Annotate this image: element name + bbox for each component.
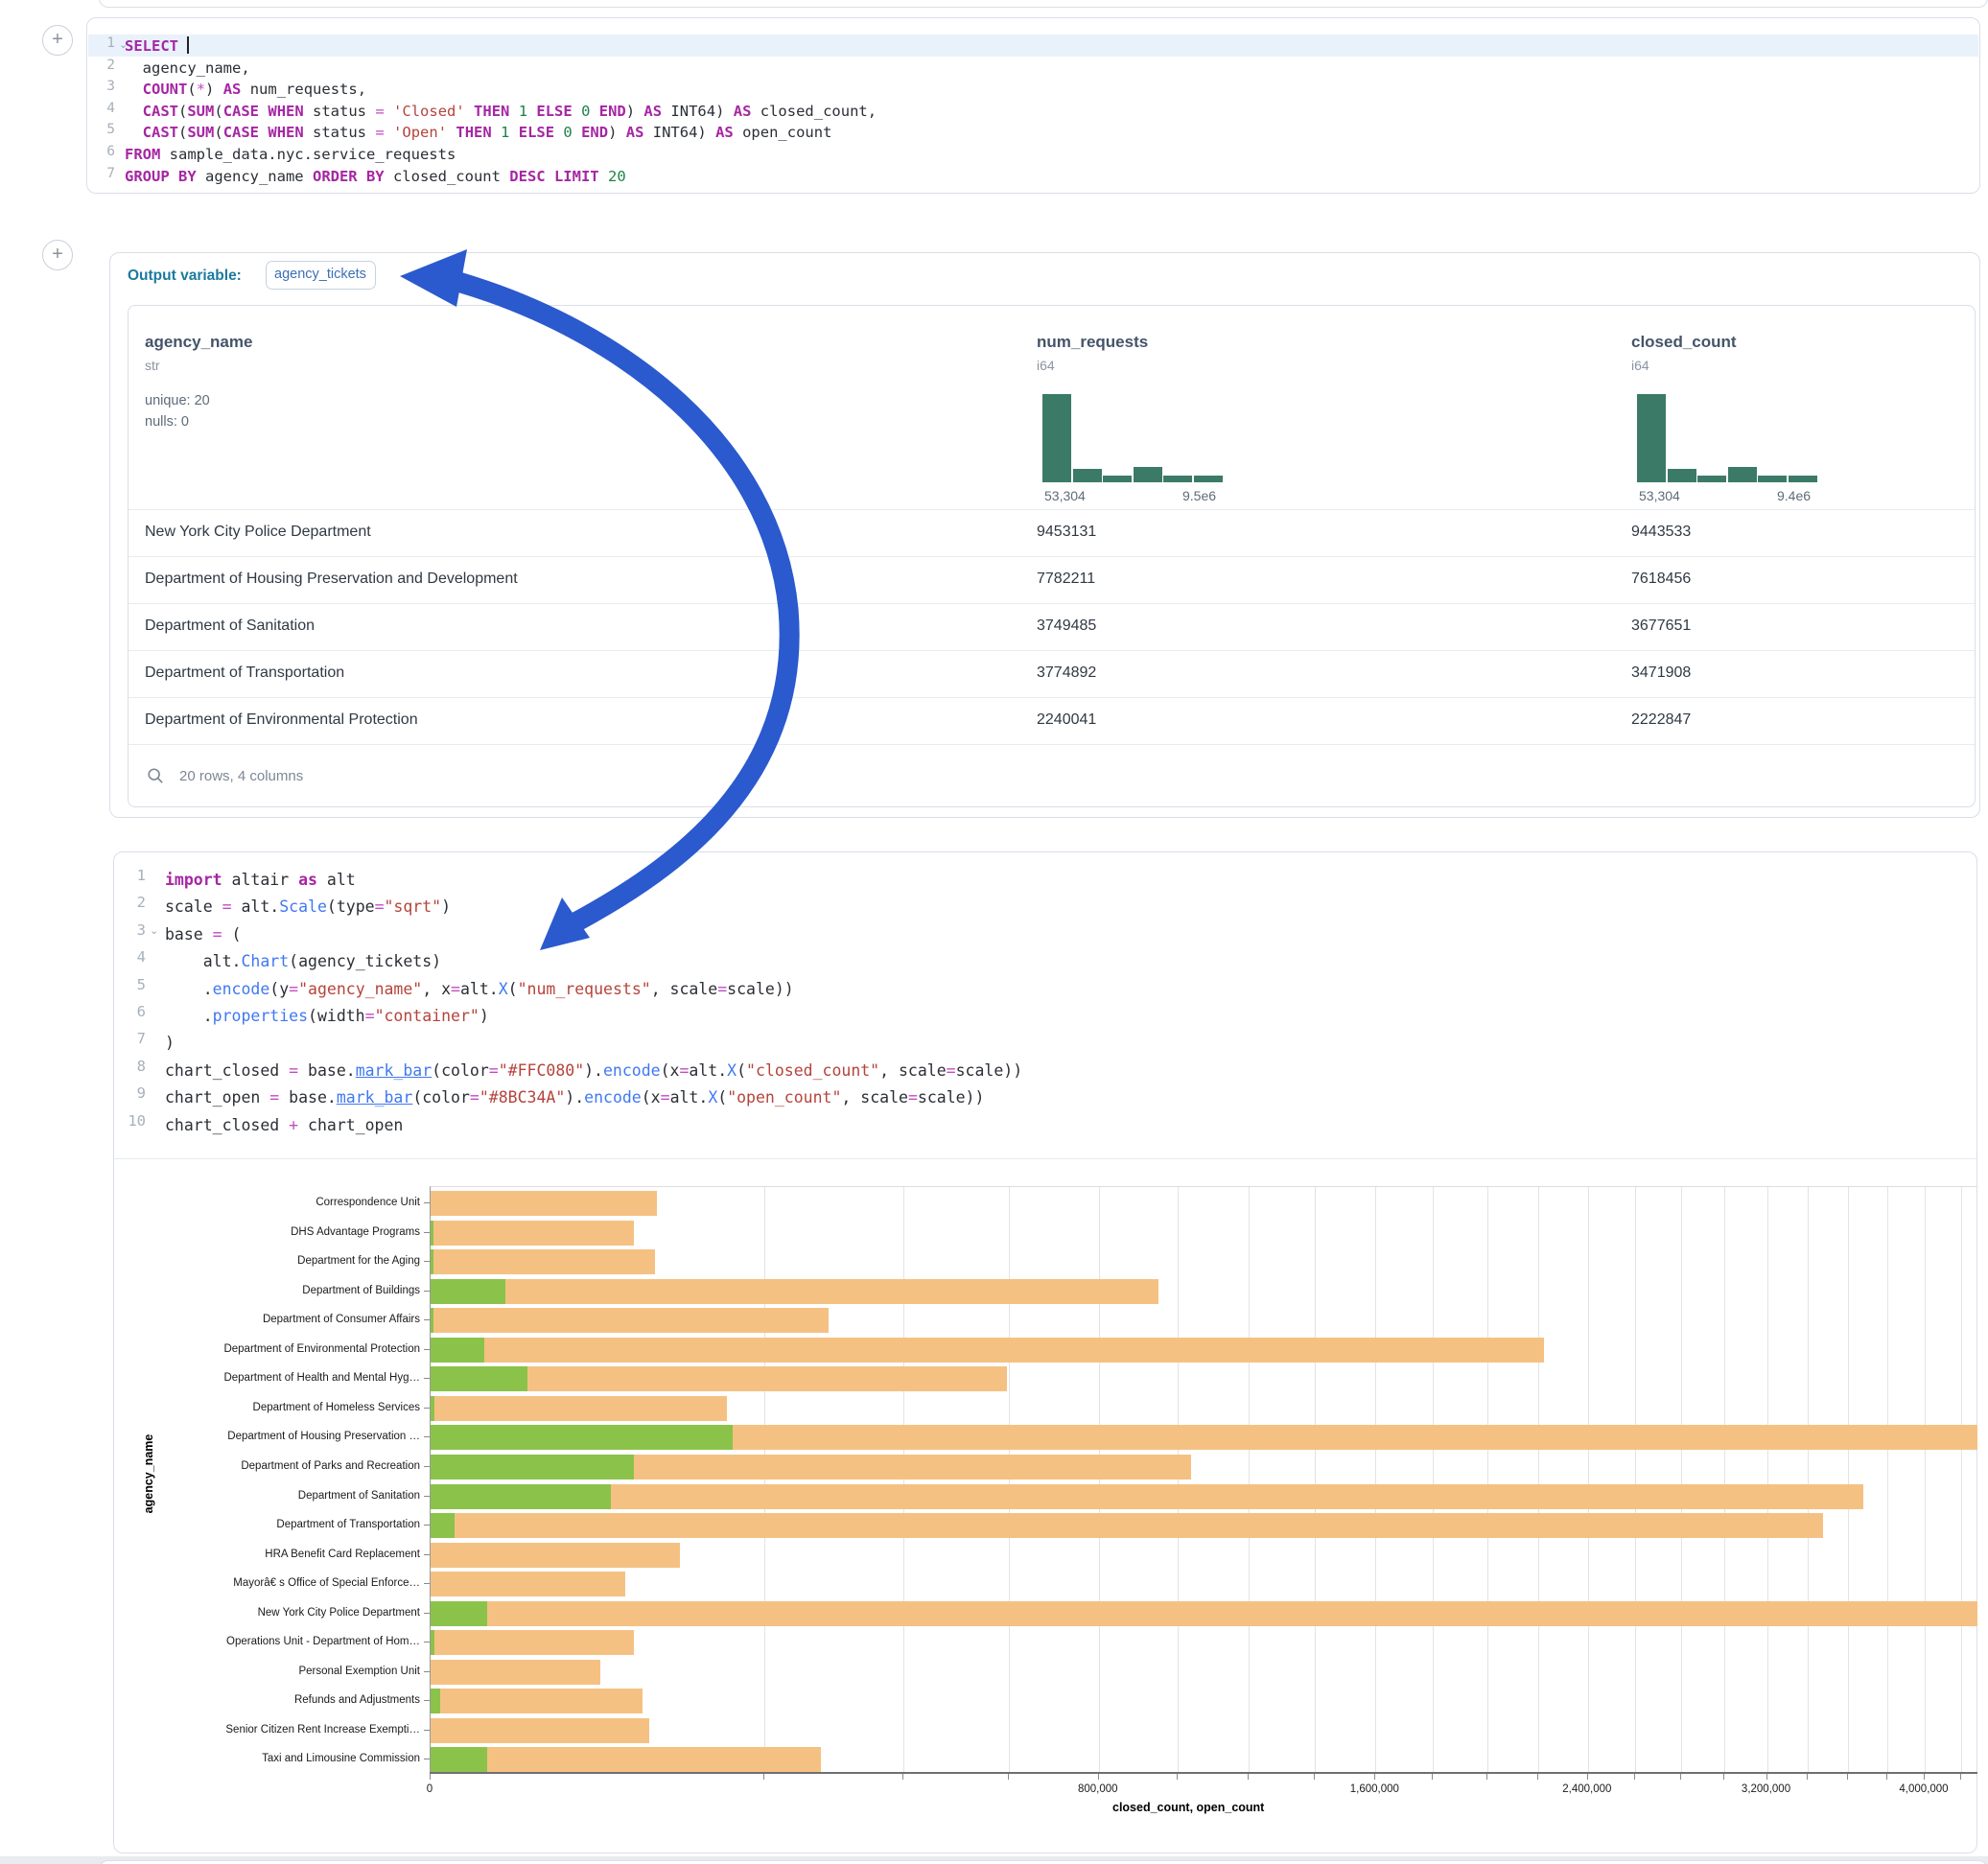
code-line: import altair as alt <box>165 867 356 894</box>
table-row[interactable]: Department of Housing Preservation and D… <box>129 556 1975 603</box>
line-number: 2 <box>90 58 115 73</box>
table-row[interactable]: New York City Police Department 9453131 94… <box>129 509 1975 556</box>
code-line: CAST(SUM(CASE WHEN status = 'Closed' THE… <box>125 101 877 123</box>
line-number: 5 <box>121 976 146 993</box>
table-cell: 7782211 <box>1037 571 1095 588</box>
code-line: COUNT(*) AS num_requests, <box>125 79 366 101</box>
code-line: base = ( <box>165 921 241 948</box>
add-cell-button-top[interactable]: + <box>42 25 73 56</box>
table-cell: 2222847 <box>1631 711 1691 729</box>
column-histogram <box>1637 394 1818 482</box>
line-number: 3 <box>121 921 146 939</box>
line-number: 9 <box>121 1084 146 1102</box>
column-type: i64 <box>1037 358 1148 373</box>
table-row[interactable]: Department of Transportation 3774892 34719… <box>129 650 1975 697</box>
column-histogram <box>1042 394 1224 482</box>
code-line: SELECT <box>125 35 189 58</box>
table-cell: 9443533 <box>1631 524 1691 541</box>
line-number: 1 <box>90 35 115 51</box>
histogram-min-label: 53,304 <box>1639 488 1680 503</box>
column-name: closed_count <box>1631 333 1737 352</box>
line-number: 7 <box>90 166 115 181</box>
line-number: 6 <box>90 144 115 159</box>
table-cell: New York City Police Department <box>145 524 371 541</box>
table-row[interactable]: Department of Environmental Protection 22… <box>129 697 1975 744</box>
column-name: num_requests <box>1037 333 1148 352</box>
line-number: 4 <box>90 101 115 116</box>
text-cursor <box>187 36 189 54</box>
table-cell: 7618456 <box>1631 571 1691 588</box>
table-row[interactable]: Department of Sanitation 3749485 3677651 <box>129 603 1975 650</box>
histogram-min-label: 53,304 <box>1044 488 1086 503</box>
previous-cell-edge <box>99 0 1988 8</box>
next-cell-edge <box>99 1860 1988 1864</box>
output-variable-pill[interactable]: agency_tickets <box>266 261 376 290</box>
table-cell: 3774892 <box>1037 664 1096 682</box>
line-number: 8 <box>121 1058 146 1075</box>
python-cell-divider <box>114 1158 1976 1159</box>
table-cell: Department of Housing Preservation and D… <box>145 571 518 588</box>
table-cell: 2240041 <box>1037 711 1096 729</box>
line-number: 3 <box>90 79 115 94</box>
search-icon[interactable] <box>147 767 164 784</box>
code-line: ) <box>165 1030 175 1057</box>
code-line: GROUP BY agency_name ORDER BY closed_cou… <box>125 166 626 188</box>
table-cell: 3677651 <box>1631 617 1691 635</box>
table-cell: Department of Transportation <box>145 664 344 682</box>
column-header-closed_count[interactable]: closed_count i64 <box>1631 333 1737 373</box>
table-cell: 3471908 <box>1631 664 1691 682</box>
column-stat: nulls: 0 <box>145 411 189 432</box>
dataframe-table[interactable]: agency_namestr unique: 20nulls: 0 num_requ… <box>128 305 1976 807</box>
code-line: CAST(SUM(CASE WHEN status = 'Open' THEN … <box>125 122 831 144</box>
column-stat: unique: 20 <box>145 390 210 411</box>
code-line: .encode(y="agency_name", x=alt.X("num_re… <box>165 976 794 1003</box>
table-footer: 20 rows, 4 columns <box>179 768 303 784</box>
sql-active-line-highlight <box>88 35 1978 57</box>
line-number: 1 <box>121 867 146 884</box>
code-line: chart_closed + chart_open <box>165 1112 403 1139</box>
column-type: str <box>145 358 252 373</box>
table-cell: 3749485 <box>1037 617 1096 635</box>
column-type: i64 <box>1631 358 1737 373</box>
line-number: 2 <box>121 894 146 911</box>
code-line: agency_name, <box>125 58 250 80</box>
output-variable-value: agency_tickets <box>274 267 366 282</box>
column-name: agency_name <box>145 333 252 352</box>
output-variable-label: Output variable: <box>128 268 242 285</box>
notebook-page: 1 ⌄ 2 3 4 5 6 7 SELECT agency_name, COUNT(*) AS… <box>0 0 1988 1864</box>
code-line: chart_closed = base.mark_bar(color="#FFC… <box>165 1058 1022 1084</box>
code-line: scale = alt.Scale(type="sqrt") <box>165 894 451 920</box>
table-cell: Department of Sanitation <box>145 617 315 635</box>
table-cell: Department of Environmental Protection <box>145 711 418 729</box>
table-header: agency_namestr unique: 20nulls: 0 num_requ… <box>129 306 1975 509</box>
line-number: 4 <box>121 948 146 966</box>
line-number: 10 <box>121 1112 146 1130</box>
code-line: chart_open = base.mark_bar(color="#8BC34… <box>165 1084 984 1111</box>
line-number: 7 <box>121 1030 146 1047</box>
fold-caret-icon[interactable]: ⌄ <box>150 924 158 937</box>
code-line: .properties(width="container") <box>165 1003 489 1030</box>
line-number: 6 <box>121 1003 146 1020</box>
table-divider <box>129 744 1975 745</box>
code-line: alt.Chart(agency_tickets) <box>165 948 441 975</box>
line-number: 5 <box>90 122 115 137</box>
table-cell: 9453131 <box>1037 524 1096 541</box>
code-line: FROM sample_data.nyc.service_requests <box>125 144 456 166</box>
column-header-num_requests[interactable]: num_requests i64 <box>1037 333 1148 373</box>
add-cell-button-middle[interactable]: + <box>42 240 73 270</box>
column-header-agency_name[interactable]: agency_namestr <box>145 333 252 373</box>
histogram-max-label: 9.5e6 <box>1182 488 1216 503</box>
histogram-max-label: 9.4e6 <box>1777 488 1811 503</box>
